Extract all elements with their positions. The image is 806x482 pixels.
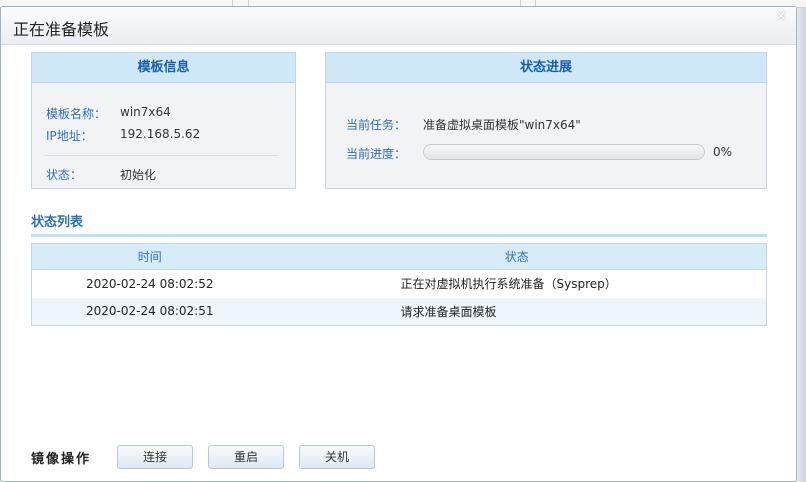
template-name-value: win7x64 xyxy=(120,105,171,119)
current-task-label: 当前任务： xyxy=(346,118,407,132)
status-list-title: 状态列表 xyxy=(31,215,84,230)
background-edge xyxy=(796,8,806,482)
connect-button[interactable]: 连接 xyxy=(117,445,193,469)
progress-percent: 0% xyxy=(713,145,733,159)
prepare-template-dialog: 正在准备模板 × 模板信息 模板名称： win7x64 IP地址： 192.16… xyxy=(0,6,797,482)
template-name-label: 模板名称： xyxy=(46,107,107,121)
row-time: 2020-02-24 08:02:51 xyxy=(31,297,268,326)
row-state: 正在对虚拟机执行系统准备（Sysprep） xyxy=(400,277,617,292)
current-progress-label: 当前进度： xyxy=(346,147,407,161)
current-task-value: 准备虚拟桌面模板"win7x64" xyxy=(423,118,581,132)
table-row[interactable]: 2020-02-24 08:02:52 正在对虚拟机执行系统准备（Sysprep… xyxy=(32,270,767,298)
info-divider xyxy=(44,155,278,156)
template-info-header: 模板信息 xyxy=(32,53,295,83)
template-info-panel: 模板信息 模板名称： win7x64 IP地址： 192.168.5.62 状态… xyxy=(31,52,296,189)
status-list-table: 时间 状态 2020-02-24 08:02:52 正在对虚拟机执行系统准备（S… xyxy=(31,243,767,326)
table-row[interactable]: 2020-02-24 08:02:51 请求准备桌面模板 xyxy=(31,297,767,326)
close-icon[interactable]: × xyxy=(774,9,788,23)
progress-bar xyxy=(423,144,705,160)
template-state-label: 状态： xyxy=(46,168,83,182)
restart-button[interactable]: 重启 xyxy=(208,445,284,469)
status-list-underline xyxy=(31,234,767,237)
column-header-state[interactable]: 状态 xyxy=(267,243,767,270)
status-progress-panel: 状态进展 当前任务： 准备虚拟桌面模板"win7x64" 当前进度： 0% xyxy=(325,52,767,189)
dialog-title: 正在准备模板 xyxy=(13,20,110,39)
shutdown-button[interactable]: 关机 xyxy=(299,445,375,469)
status-progress-header: 状态进展 xyxy=(326,53,766,83)
image-operations-label: 镜像操作 xyxy=(31,452,92,467)
column-header-time[interactable]: 时间 xyxy=(31,243,268,270)
ip-address-value: 192.168.5.62 xyxy=(120,127,201,141)
dialog-titlebar: 正在准备模板 × xyxy=(1,7,796,45)
ip-address-label: IP地址： xyxy=(46,129,93,143)
row-state: 请求准备桌面模板 xyxy=(267,297,767,326)
template-state-value: 初始化 xyxy=(120,168,157,182)
row-time: 2020-02-24 08:02:52 xyxy=(86,276,214,291)
table-header-row: 时间 状态 xyxy=(31,243,767,270)
